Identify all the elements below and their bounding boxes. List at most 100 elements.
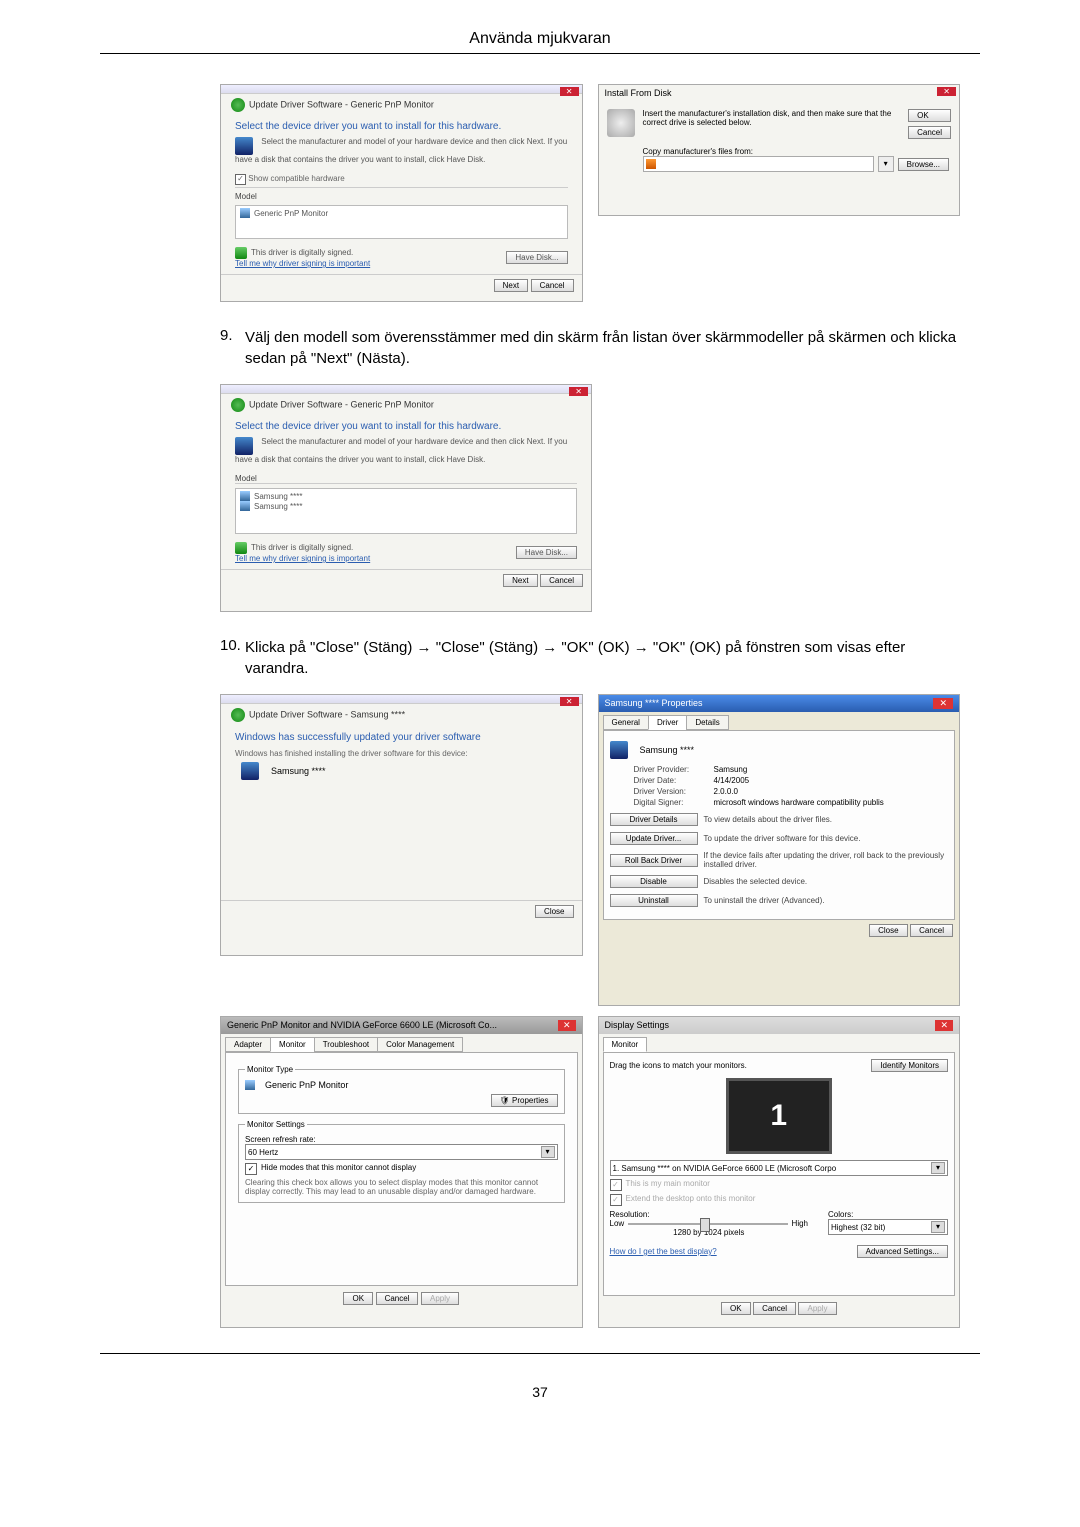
hide-modes-checkbox[interactable]: ✓	[245, 1163, 257, 1175]
hide-modes-label: Hide modes that this monitor cannot disp…	[261, 1163, 416, 1172]
main-monitor-checkbox: ✓	[610, 1179, 622, 1191]
close-button[interactable]: Close	[869, 924, 907, 937]
close-button[interactable]: Close	[535, 905, 573, 918]
signed-text: This driver is digitally signed.	[251, 543, 353, 552]
identify-monitors-button[interactable]: Identify Monitors	[871, 1059, 948, 1072]
driver-details-button[interactable]: Driver Details	[610, 813, 698, 826]
close-icon[interactable]: ✕	[937, 87, 956, 96]
tab-details[interactable]: Details	[686, 715, 728, 730]
drive-icon	[646, 159, 656, 169]
monitor-icon	[235, 137, 253, 155]
slider-low: Low	[610, 1219, 625, 1228]
advanced-settings-button[interactable]: Advanced Settings...	[857, 1245, 948, 1258]
have-disk-button[interactable]: Have Disk...	[516, 546, 577, 559]
model-item[interactable]: Samsung ****	[254, 502, 302, 511]
cancel-button[interactable]: Cancel	[376, 1292, 419, 1305]
next-button[interactable]: Next	[494, 279, 528, 292]
tab-adapter[interactable]: Adapter	[225, 1037, 271, 1052]
browse-button[interactable]: Browse...	[898, 158, 949, 171]
refresh-label: Screen refresh rate:	[245, 1135, 558, 1144]
signer-value: microsoft windows hardware compatibility…	[714, 798, 884, 807]
model-list[interactable]: Samsung **** Samsung ****	[235, 488, 577, 534]
ok-button[interactable]: OK	[721, 1302, 751, 1315]
close-icon[interactable]: ✕	[558, 1020, 576, 1031]
cancel-button[interactable]: Cancel	[908, 126, 951, 139]
chevron-down-icon[interactable]: ▾	[931, 1162, 945, 1174]
properties-button[interactable]: 🛡 Properties	[491, 1094, 558, 1107]
model-item[interactable]: Generic PnP Monitor	[254, 209, 328, 218]
date-value: 4/14/2005	[714, 776, 750, 785]
breadcrumb: Update Driver Software - Generic PnP Mon…	[249, 99, 434, 109]
extend-desktop-label: Extend the desktop onto this monitor	[626, 1194, 756, 1203]
chevron-down-icon[interactable]: ▾	[541, 1146, 555, 1158]
extend-desktop-checkbox: ✓	[610, 1194, 622, 1206]
rollback-desc: If the device fails after updating the d…	[704, 851, 949, 869]
next-button[interactable]: Next	[503, 574, 537, 587]
breadcrumb: Update Driver Software - Samsung ****	[249, 709, 405, 719]
tab-monitor[interactable]: Monitor	[270, 1037, 315, 1052]
wizard-select-driver-2: ✕ Update Driver Software - Generic PnP M…	[220, 384, 592, 612]
tab-driver[interactable]: Driver	[648, 715, 687, 730]
back-icon[interactable]	[231, 398, 245, 412]
tab-color-management[interactable]: Color Management	[377, 1037, 463, 1052]
refresh-dropdown[interactable]: 60 Hertz▾	[245, 1144, 558, 1160]
tab-troubleshoot[interactable]: Troubleshoot	[314, 1037, 378, 1052]
dialog-title: Generic PnP Monitor and NVIDIA GeForce 6…	[227, 1020, 497, 1031]
have-disk-button[interactable]: Have Disk...	[506, 251, 567, 264]
back-icon[interactable]	[231, 98, 245, 112]
dropdown-arrow-icon[interactable]: ▾	[878, 156, 894, 172]
close-icon[interactable]: ✕	[569, 387, 588, 396]
compat-checkbox-label[interactable]: Show compatible hardware	[248, 174, 345, 183]
step8-screens: ✕ Update Driver Software - Generic PnP M…	[220, 84, 960, 302]
model-header: Model	[235, 192, 568, 201]
ok-button[interactable]: OK	[908, 109, 951, 122]
install-text: Insert the manufacturer's installation d…	[643, 109, 901, 139]
device-name: Samsung ****	[271, 766, 326, 776]
monitor-item-icon	[240, 491, 250, 501]
tab-general[interactable]: General	[603, 715, 649, 730]
apply-button[interactable]: Apply	[798, 1302, 836, 1315]
disable-desc: Disables the selected device.	[704, 877, 949, 886]
uninstall-button[interactable]: Uninstall	[610, 894, 698, 907]
cancel-button[interactable]: Cancel	[910, 924, 953, 937]
cancel-button[interactable]: Cancel	[540, 574, 583, 587]
cancel-button[interactable]: Cancel	[531, 279, 574, 292]
apply-button[interactable]: Apply	[421, 1292, 459, 1305]
model-item[interactable]: Samsung ****	[254, 492, 302, 501]
close-icon[interactable]: ✕	[935, 1020, 953, 1031]
install-from-disk-dialog: Install From Disk✕ Insert the manufactur…	[598, 84, 961, 216]
signing-link[interactable]: Tell me why driver signing is important	[235, 259, 370, 268]
resolution-slider[interactable]	[628, 1223, 787, 1225]
step-text: Välj den modell som överensstämmer med d…	[245, 327, 960, 369]
tab-monitor[interactable]: Monitor	[603, 1037, 648, 1052]
step-number: 9.	[220, 327, 245, 344]
copy-path-input[interactable]	[643, 156, 874, 172]
breadcrumb: Update Driver Software - Generic PnP Mon…	[249, 399, 434, 409]
chevron-down-icon[interactable]: ▾	[931, 1221, 945, 1233]
ok-button[interactable]: OK	[343, 1292, 373, 1305]
shield-icon	[235, 247, 247, 259]
step-number: 10.	[220, 637, 245, 654]
close-icon[interactable]: ✕	[560, 87, 579, 96]
monitor-preview[interactable]: 1	[726, 1078, 832, 1154]
model-list[interactable]: Generic PnP Monitor	[235, 205, 568, 239]
colors-dropdown[interactable]: Highest (32 bit)▾	[828, 1219, 948, 1235]
update-driver-button[interactable]: Update Driver...	[610, 832, 698, 845]
wizard-title: Select the device driver you want to ins…	[221, 116, 582, 137]
disable-button[interactable]: Disable	[610, 875, 698, 888]
close-icon[interactable]: ✕	[933, 698, 953, 709]
drag-text: Drag the icons to match your monitors.	[610, 1061, 747, 1070]
close-icon[interactable]: ✕	[560, 697, 579, 706]
cancel-button[interactable]: Cancel	[753, 1302, 796, 1315]
wizard-select-driver-1: ✕ Update Driver Software - Generic PnP M…	[220, 84, 583, 302]
signer-label: Digital Signer:	[634, 798, 714, 807]
page-number: 37	[100, 1384, 980, 1400]
help-link[interactable]: How do I get the best display?	[610, 1247, 717, 1256]
main-monitor-label: This is my main monitor	[626, 1179, 710, 1188]
monitor-name: Generic PnP Monitor	[265, 1080, 348, 1090]
rollback-button[interactable]: Roll Back Driver	[610, 854, 698, 867]
back-icon[interactable]	[231, 708, 245, 722]
monitor-select-dropdown[interactable]: 1. Samsung **** on NVIDIA GeForce 6600 L…	[610, 1160, 949, 1176]
signing-link[interactable]: Tell me why driver signing is important	[235, 554, 370, 563]
colors-label: Colors:	[828, 1210, 948, 1219]
